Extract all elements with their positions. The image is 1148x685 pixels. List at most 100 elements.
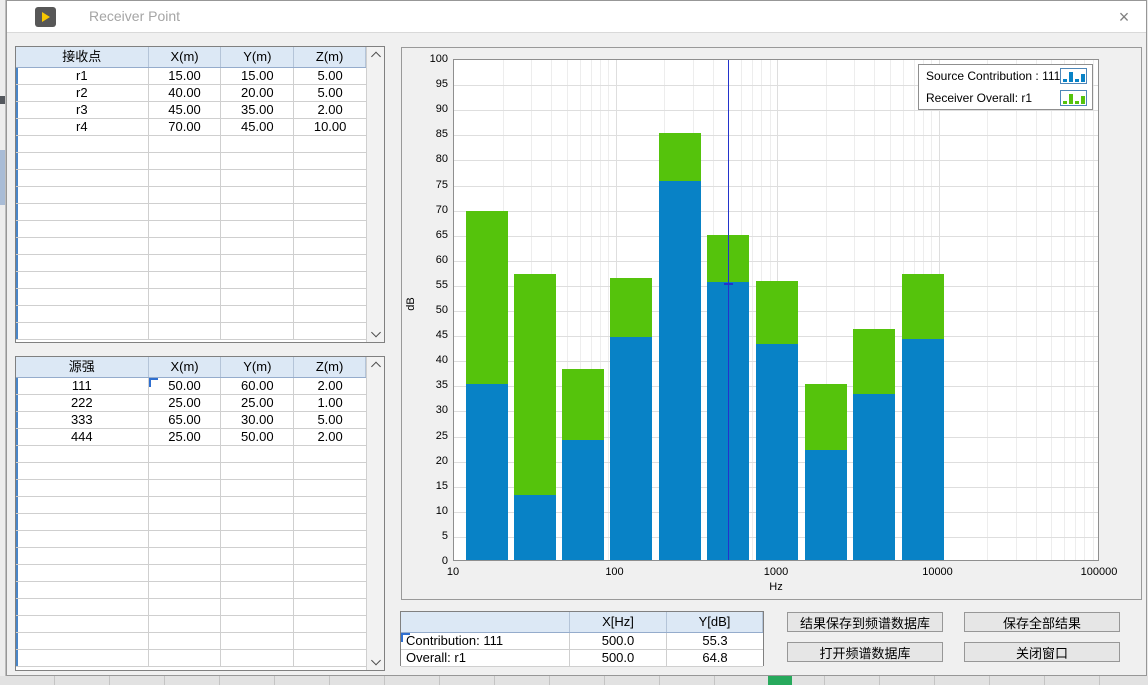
table-cell[interactable]: Contribution: 111 [401,633,570,649]
table-cell[interactable]: 222 [16,395,149,411]
scroll-up-arrow-icon[interactable] [367,47,384,63]
table-cell[interactable] [221,531,294,547]
table-cell[interactable] [149,272,222,288]
table-cell[interactable] [149,531,222,547]
table-cell[interactable] [16,272,149,288]
table-cell[interactable] [294,480,366,496]
table-cell[interactable] [221,272,294,288]
table-cell[interactable] [16,599,149,615]
table-cell[interactable] [149,599,222,615]
table-cell[interactable] [221,306,294,322]
table-cell[interactable] [16,255,149,271]
table-cell[interactable] [221,204,294,220]
legend-item[interactable]: Receiver Overall: r1 [919,87,1092,109]
table-cell[interactable]: 20.00 [221,85,294,101]
table-cell[interactable] [221,446,294,462]
scroll-up-arrow-icon[interactable] [367,357,384,373]
table-cell[interactable] [149,238,222,254]
table-cell[interactable] [16,480,149,496]
receiver-table-scrollbar[interactable] [367,47,384,342]
table-cell[interactable]: 111 [16,378,149,394]
table-cell[interactable] [221,599,294,615]
scroll-down-arrow-icon[interactable] [367,654,384,670]
table-cell[interactable] [149,480,222,496]
save-all-results-button[interactable]: 保存全部结果 [964,612,1120,632]
table-cell[interactable]: 45.00 [149,102,222,118]
table-cell[interactable] [294,514,366,530]
table-cell[interactable] [294,238,366,254]
table-cell[interactable]: 50.00 [149,378,222,394]
table-cell[interactable] [221,633,294,649]
table-cell[interactable] [149,650,222,666]
table-cell[interactable] [294,187,366,203]
table-cell[interactable] [149,548,222,564]
table-cell[interactable] [149,255,222,271]
table-cell[interactable] [294,170,366,186]
table-cell[interactable] [149,221,222,237]
table-cell[interactable] [294,255,366,271]
table-cell[interactable] [16,306,149,322]
table-cell[interactable]: 5.00 [294,85,366,101]
table-cell[interactable] [16,497,149,513]
table-cell[interactable]: 64.8 [667,650,763,666]
table-cell[interactable] [16,548,149,564]
table-cell[interactable]: 2.00 [294,429,366,445]
table-cell[interactable] [16,238,149,254]
table-cell[interactable] [16,221,149,237]
table-cell[interactable] [149,497,222,513]
table-cell[interactable] [16,650,149,666]
table-cell[interactable] [294,153,366,169]
table-cell[interactable] [149,323,222,339]
table-cell[interactable] [149,514,222,530]
table-cell[interactable] [149,204,222,220]
table-cell[interactable] [221,170,294,186]
table-cell[interactable]: 25.00 [149,395,222,411]
table-cell[interactable]: 5.00 [294,412,366,428]
table-cell[interactable] [294,565,366,581]
close-icon[interactable]: × [1113,6,1135,28]
table-cell[interactable] [294,497,366,513]
table-cell[interactable] [294,650,366,666]
table-cell[interactable] [294,136,366,152]
table-cell[interactable] [16,170,149,186]
open-spectrum-db-button[interactable]: 打开频谱数据库 [787,642,943,662]
table-cell[interactable]: 500.0 [570,650,667,666]
table-cell[interactable]: 45.00 [221,119,294,135]
legend-item[interactable]: Source Contribution : 111 [919,65,1092,87]
table-cell[interactable]: 25.00 [221,395,294,411]
table-cell[interactable] [16,323,149,339]
table-cell[interactable] [221,480,294,496]
table-cell[interactable] [221,255,294,271]
table-cell[interactable] [16,136,149,152]
table-cell[interactable] [294,221,366,237]
table-cell[interactable] [149,289,222,305]
table-cell[interactable]: 40.00 [149,85,222,101]
table-cell[interactable] [16,187,149,203]
table-cell[interactable] [16,446,149,462]
plot-area[interactable] [453,59,1099,561]
table-cell[interactable] [221,514,294,530]
table-cell[interactable] [149,136,222,152]
table-cell[interactable]: 15.00 [221,68,294,84]
table-cell[interactable] [294,446,366,462]
table-cell[interactable]: 15.00 [149,68,222,84]
table-cell[interactable] [16,153,149,169]
table-cell[interactable] [16,463,149,479]
table-cell[interactable] [16,565,149,581]
table-cell[interactable]: 5.00 [294,68,366,84]
table-cell[interactable] [294,548,366,564]
close-window-button[interactable]: 关闭窗口 [964,642,1120,662]
table-cell[interactable] [16,204,149,220]
table-cell[interactable] [294,633,366,649]
table-cell[interactable] [294,289,366,305]
table-cell[interactable] [149,582,222,598]
cursor-line[interactable] [728,60,729,560]
table-cell[interactable] [149,565,222,581]
table-cell[interactable]: 2.00 [294,378,366,394]
table-cell[interactable] [221,221,294,237]
table-cell[interactable] [221,187,294,203]
table-cell[interactable] [221,650,294,666]
table-cell[interactable] [294,463,366,479]
table-cell[interactable]: 500.0 [570,633,667,649]
table-cell[interactable] [294,204,366,220]
